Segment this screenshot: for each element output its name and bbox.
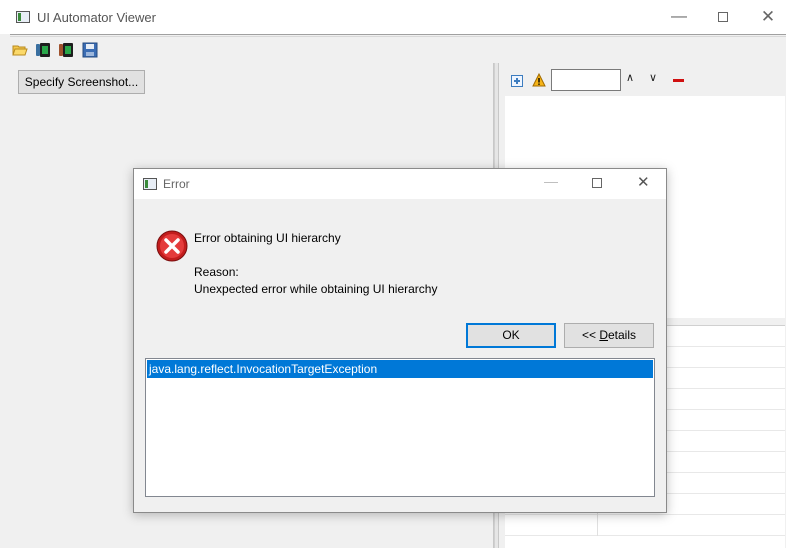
search-input[interactable] (551, 69, 621, 91)
close-button[interactable]: ✕ (753, 6, 783, 28)
title-bar: UI Automator Viewer — ✕ (0, 0, 786, 34)
error-icon (156, 230, 188, 262)
details-button[interactable]: << Details (564, 323, 654, 348)
device-screenshot-icon[interactable] (35, 42, 51, 58)
ok-button[interactable]: OK (466, 323, 556, 348)
error-message: Error obtaining UI hierarchy (194, 231, 341, 245)
details-label: etails (608, 328, 637, 342)
previous-icon[interactable]: ∧ (626, 71, 634, 84)
device-screenshot-compressed-icon[interactable] (58, 42, 74, 58)
list-item[interactable]: java.lang.reflect.InvocationTargetExcept… (147, 360, 653, 378)
main-toolbar (10, 39, 130, 61)
maximize-icon (718, 12, 728, 22)
dialog-close-button[interactable]: ✕ (637, 173, 650, 191)
details-list[interactable]: java.lang.reflect.InvocationTargetExcept… (145, 358, 655, 497)
dialog-maximize-button[interactable] (592, 178, 602, 188)
details-prefix: << (581, 328, 600, 342)
app-icon (16, 11, 30, 23)
warning-icon[interactable] (532, 73, 546, 87)
specify-screenshot-button[interactable]: Specify Screenshot... (18, 70, 145, 94)
dialog-minimize-button: — (544, 173, 558, 189)
details-mnemonic: D (599, 328, 608, 342)
menu-separator (10, 34, 786, 35)
menu-separator-2 (10, 36, 786, 37)
maximize-button[interactable] (708, 6, 738, 28)
save-icon[interactable] (82, 42, 98, 58)
reason-text: Unexpected error while obtaining UI hier… (194, 282, 438, 296)
dialog-title-bar: Error — ✕ (134, 169, 666, 199)
clear-icon[interactable] (673, 79, 684, 82)
dialog-title: Error (163, 177, 190, 191)
dialog-app-icon (143, 178, 157, 190)
window-title: UI Automator Viewer (37, 10, 156, 25)
open-folder-icon[interactable] (12, 42, 28, 58)
reason-label: Reason: (194, 265, 239, 279)
error-dialog: Error — ✕ Error obtaining UI hierarchy R… (133, 168, 667, 513)
next-icon[interactable]: ∨ (649, 71, 657, 84)
table-row (505, 515, 785, 536)
minimize-button[interactable]: — (664, 6, 694, 28)
expand-all-icon[interactable] (511, 75, 523, 87)
main-window: UI Automator Viewer — ✕ Specify Screensh… (0, 0, 786, 548)
